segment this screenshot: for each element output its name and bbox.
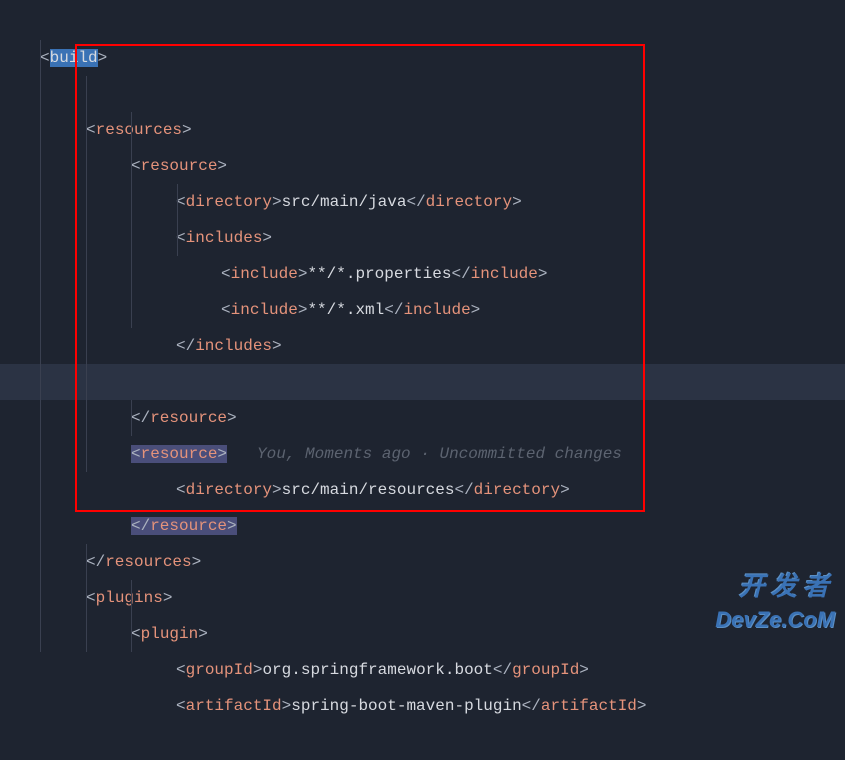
code-line: <resources> [0, 40, 845, 76]
code-line: <directory>src/main/resources</directory… [0, 400, 845, 436]
code-line: </resource> [0, 328, 845, 364]
code-line: </resource> [0, 436, 845, 472]
code-line: <artifactId>spring-boot-maven-plugin</ar… [0, 616, 845, 652]
code-line: <plugin> [0, 544, 845, 580]
code-line: <build> [0, 4, 845, 40]
code-line: <includes> [0, 148, 845, 184]
code-line: <include>**/*.xml</include> [0, 220, 845, 256]
code-line: </includes> [0, 256, 845, 292]
code-line: </resources> [0, 472, 845, 508]
code-line: <filtering>false</filtering> [0, 292, 845, 328]
code-line: <include>**/*.properties</include> [0, 184, 845, 220]
code-editor[interactable]: <build> <resources> <resource> <director… [0, 0, 845, 652]
code-line: <groupId>org.springframework.boot</group… [0, 580, 845, 616]
code-line: <resource> [0, 76, 845, 112]
code-line: <directory>src/main/java</directory> [0, 112, 845, 148]
code-line: <plugins> [0, 508, 845, 544]
code-line-current: <resource>You, Moments ago · Uncommitted… [0, 364, 845, 400]
